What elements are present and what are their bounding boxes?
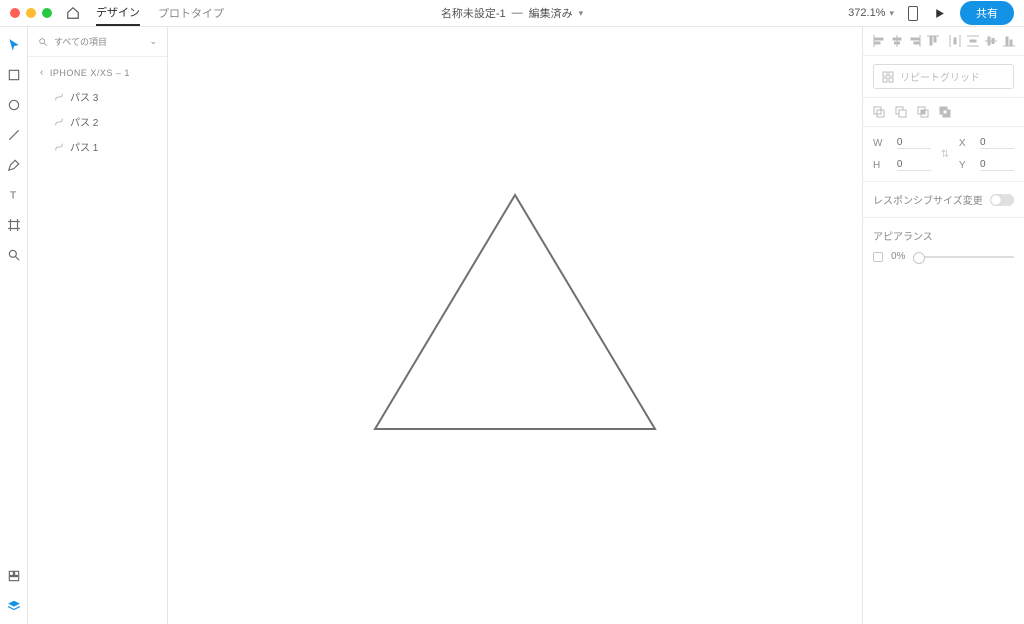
play-icon[interactable] — [932, 6, 946, 20]
ellipse-tool[interactable] — [6, 97, 22, 113]
svg-text:T: T — [9, 190, 16, 202]
align-left-icon[interactable] — [873, 35, 885, 47]
transform-section: W 0 ⇅ X 0 H 0 Y 0 — [863, 127, 1024, 182]
chevron-down-icon: ▾ — [579, 8, 584, 19]
opacity-slider[interactable] — [913, 256, 1014, 258]
distribute-h-icon[interactable] — [949, 35, 961, 47]
y-label: Y — [959, 160, 974, 171]
device-preview-icon[interactable] — [908, 6, 918, 21]
layers-search-placeholder: すべての項目 — [54, 35, 143, 48]
tab-prototype-label: プロトタイプ — [158, 5, 224, 21]
home-icon[interactable] — [66, 6, 80, 20]
repeat-grid-button[interactable]: リピートグリッド — [873, 64, 1014, 89]
height-label: H — [873, 160, 891, 171]
app-topbar: デザイン プロトタイプ 名称未設定-1 — 編集済み ▾ 372.1% ▾ 共有 — [0, 0, 1024, 27]
path-icon — [54, 142, 64, 152]
line-tool[interactable] — [6, 127, 22, 143]
left-toolbar: T — [0, 27, 28, 624]
zoom-window-button[interactable] — [42, 8, 52, 18]
minimize-window-button[interactable] — [26, 8, 36, 18]
share-button[interactable]: 共有 — [960, 1, 1014, 25]
width-label: W — [873, 138, 891, 149]
pathfinder-subtract-icon[interactable] — [895, 106, 907, 118]
layer-item[interactable]: パス 2 — [28, 109, 167, 134]
distribute-v-icon[interactable] — [967, 35, 979, 47]
triangle-shape[interactable] — [365, 189, 665, 439]
height-input[interactable]: 0 — [897, 159, 931, 171]
x-input[interactable]: 0 — [980, 137, 1014, 149]
y-input[interactable]: 0 — [980, 159, 1014, 171]
opacity-value[interactable]: 0% — [891, 251, 905, 262]
layers-search[interactable]: すべての項目 ⌄ — [28, 27, 167, 57]
layer-item-label: パス 3 — [70, 89, 98, 104]
boolean-ops — [863, 98, 1024, 127]
layer-item[interactable]: パス 1 — [28, 134, 167, 159]
artboard-tool[interactable] — [6, 217, 22, 233]
document-title[interactable]: 名称未設定-1 — 編集済み ▾ — [441, 5, 583, 21]
back-icon: ‹ — [40, 67, 44, 78]
pathfinder-exclude-icon[interactable] — [939, 106, 951, 118]
tab-design[interactable]: デザイン — [96, 0, 140, 26]
path-icon — [54, 92, 64, 102]
responsive-resize-row: レスポンシブサイズ変更 — [863, 182, 1024, 218]
tab-prototype[interactable]: プロトタイプ — [158, 0, 224, 26]
search-icon — [38, 37, 48, 47]
chevron-down-icon: ⌄ — [149, 36, 157, 47]
assets-panel-icon[interactable] — [6, 568, 22, 584]
tab-design-label: デザイン — [96, 4, 140, 20]
select-tool[interactable] — [6, 37, 22, 53]
pen-tool[interactable] — [6, 157, 22, 173]
pathfinder-add-icon[interactable] — [873, 106, 885, 118]
inspector-panel: リピートグリッド W 0 ⇅ X 0 H 0 Y 0 レス — [862, 27, 1024, 624]
close-window-button[interactable] — [10, 8, 20, 18]
layers-panel-icon[interactable] — [6, 598, 22, 614]
window-controls — [10, 8, 52, 18]
align-top-icon[interactable] — [927, 35, 939, 47]
appearance-label: アピアランス — [873, 228, 1014, 243]
text-tool[interactable]: T — [6, 187, 22, 203]
responsive-resize-label: レスポンシブサイズ変更 — [873, 192, 983, 207]
zoom-value: 372.1% — [848, 7, 885, 19]
repeat-grid-label: リピートグリッド — [900, 69, 980, 84]
document-status: 編集済み — [529, 5, 573, 21]
align-center-v-icon[interactable] — [985, 35, 997, 47]
layer-item-label: パス 1 — [70, 139, 98, 154]
pathfinder-intersect-icon[interactable] — [917, 106, 929, 118]
chevron-down-icon: ▾ — [889, 8, 894, 19]
layer-item[interactable]: パス 3 — [28, 84, 167, 109]
align-center-h-icon[interactable] — [891, 35, 903, 47]
appearance-section: アピアランス 0% — [863, 218, 1024, 272]
zoom-level[interactable]: 372.1% ▾ — [848, 7, 894, 19]
opacity-checkbox[interactable] — [873, 252, 883, 262]
lock-aspect-icon[interactable]: ⇅ — [937, 149, 953, 160]
grid-icon — [882, 71, 894, 83]
rectangle-tool[interactable] — [6, 67, 22, 83]
responsive-toggle[interactable] — [990, 194, 1014, 206]
canvas[interactable] — [168, 27, 862, 624]
layers-panel: すべての項目 ⌄ ‹ IPHONE X/XS – 1 パス 3 パス 2 パス … — [28, 27, 168, 624]
path-icon — [54, 117, 64, 127]
align-right-icon[interactable] — [909, 35, 921, 47]
artboard-name: IPHONE X/XS – 1 — [50, 68, 130, 78]
x-label: X — [959, 138, 974, 149]
artboard-breadcrumb[interactable]: ‹ IPHONE X/XS – 1 — [28, 57, 167, 84]
align-bottom-icon[interactable] — [1003, 35, 1015, 47]
layer-item-label: パス 2 — [70, 114, 98, 129]
align-controls — [863, 27, 1024, 56]
width-input[interactable]: 0 — [897, 137, 931, 149]
zoom-tool[interactable] — [6, 247, 22, 263]
document-name: 名称未設定-1 — [441, 5, 506, 21]
